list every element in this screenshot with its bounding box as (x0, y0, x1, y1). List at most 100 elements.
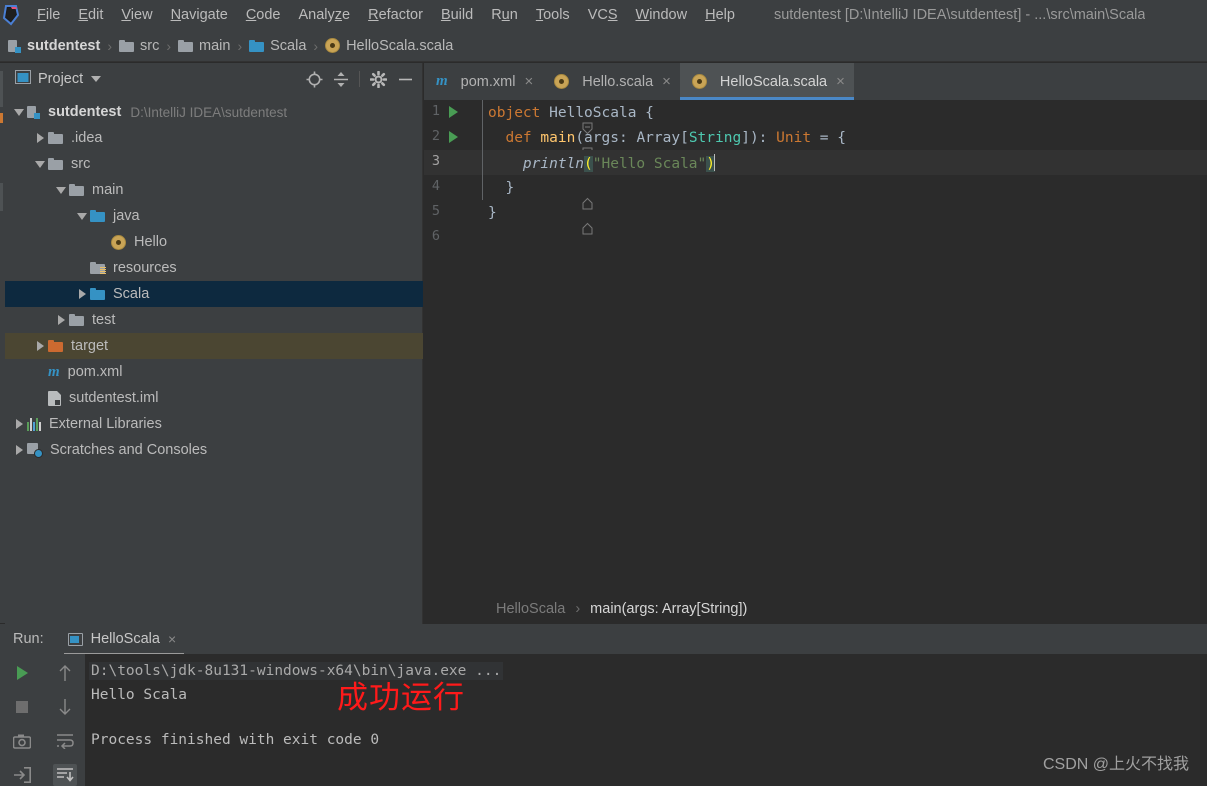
gutter[interactable]: 5 (424, 200, 593, 235)
export-icon[interactable] (10, 765, 34, 786)
chevron-down-icon[interactable] (11, 108, 27, 116)
gutter[interactable]: 1 (424, 100, 593, 135)
breadcrumb-current[interactable]: main(args: Array[String]) (590, 601, 747, 617)
tree-node-pom-xml[interactable]: m pom.xml (5, 359, 423, 385)
chevron-right-icon[interactable] (53, 315, 69, 325)
stop-icon[interactable] (10, 696, 34, 717)
screenshot-icon[interactable] (10, 731, 34, 752)
menu-item-code[interactable]: Code (237, 4, 290, 26)
breadcrumb-item-sutdentest[interactable]: sutdentest (8, 38, 100, 54)
code-line[interactable]: 5 } (424, 200, 1207, 235)
hide-icon[interactable] (397, 71, 414, 88)
breadcrumb-item-src[interactable]: src (119, 38, 159, 54)
window-title: sutdentest [D:\IntelliJ IDEA\sutdentest]… (773, 7, 1146, 23)
menu-item-edit[interactable]: Edit (69, 4, 112, 26)
tree-node-label: test (92, 312, 116, 328)
tree-node-sutdentest-iml[interactable]: sutdentest.iml (5, 385, 423, 411)
gutter[interactable]: 6 (424, 225, 484, 250)
gutter[interactable]: 3 (424, 150, 484, 175)
navigation-bar[interactable]: sutdentest › src › main › Scala › HelloScala.sca… (0, 30, 1207, 62)
gutter[interactable]: 4 (424, 175, 593, 210)
chevron-down-icon[interactable] (53, 186, 69, 194)
tree-node-target[interactable]: target (5, 333, 423, 359)
code-line[interactable]: 2 def main(args: Array[String]): Unit = … (424, 125, 1207, 160)
editor-breadcrumb[interactable]: HelloScala › main(args: Array[String]) (424, 594, 1207, 624)
chevron-right-icon[interactable] (32, 341, 48, 351)
project-tree[interactable]: sutdentest D:\IntelliJ IDEA\sutdentest .id… (5, 99, 423, 624)
chevron-right-icon[interactable] (74, 289, 90, 299)
menu-item-tools[interactable]: Tools (527, 4, 579, 26)
tree-node-hello[interactable]: Hello (5, 229, 423, 255)
soft-wrap-icon[interactable] (53, 730, 77, 752)
tree-node-src[interactable]: src (5, 151, 423, 177)
run-gutter-icon[interactable] (449, 106, 458, 118)
tree-node-external-libraries[interactable]: External Libraries (5, 411, 423, 437)
fold-close-icon[interactable] (476, 206, 593, 235)
breadcrumb-item-scala[interactable]: Scala (249, 38, 306, 54)
fold-open-icon[interactable] (476, 131, 593, 160)
chevron-right-icon[interactable] (11, 445, 27, 455)
breadcrumb-item-helloscala-scala[interactable]: HelloScala.scala (325, 38, 453, 54)
tree-node-test[interactable]: test (5, 307, 423, 333)
menu-item-navigate[interactable]: Navigate (162, 4, 237, 26)
editor-tab-hello-scala[interactable]: Hello.scala × (542, 63, 680, 100)
tree-node-main[interactable]: main (5, 177, 423, 203)
menu-item-window[interactable]: Window (627, 4, 697, 26)
code-line[interactable]: 4 } (424, 175, 1207, 210)
breadcrumb-parent[interactable]: HelloScala (496, 601, 565, 617)
chevron-down-icon[interactable] (91, 76, 102, 82)
scroll-to-end-icon[interactable] (52, 764, 77, 786)
code-editor[interactable]: 1 object HelloScala { 2 def main(args: A… (424, 100, 1207, 594)
fold-open-icon[interactable] (476, 106, 593, 135)
code-text: def main(args: Array[String]): Unit = { (505, 129, 846, 146)
console-exit-message: Process finished with exit code 0 (91, 732, 380, 748)
menu-item-run[interactable]: Run (482, 4, 527, 26)
locate-icon[interactable] (306, 71, 323, 88)
breadcrumb-item-main[interactable]: main (178, 38, 230, 54)
close-icon[interactable]: × (662, 73, 671, 90)
close-icon[interactable]: × (836, 73, 845, 90)
tree-node-resources[interactable]: resources (5, 255, 423, 281)
project-window-icon (15, 69, 31, 89)
editor-tab-bar[interactable]: m pom.xml × Hello.scala × HelloScala.scala × (424, 63, 1207, 100)
close-icon[interactable]: × (168, 631, 176, 647)
menu-item-file[interactable]: File (28, 4, 69, 26)
menu-item-view[interactable]: View (112, 4, 161, 26)
menu-item-vcs[interactable]: VCS (579, 4, 627, 26)
menu-item-help[interactable]: Help (696, 4, 744, 26)
tree-node-scala[interactable]: Scala (5, 281, 423, 307)
project-tool-button[interactable] (0, 71, 3, 107)
code-line-current[interactable]: 3 println("Hello Scala") (424, 150, 1207, 175)
line-number: 1 (431, 103, 440, 119)
menu-item-build[interactable]: Build (432, 4, 482, 26)
settings-gear-icon[interactable] (370, 70, 387, 88)
tree-node-scratches-and-consoles[interactable]: Scratches and Consoles (5, 437, 423, 463)
chevron-right-icon[interactable] (32, 133, 48, 143)
chevron-down-icon[interactable] (32, 160, 48, 168)
run-tab-helloscala[interactable]: HelloScala × (63, 624, 185, 656)
editor-tab-helloscala-scala[interactable]: HelloScala.scala × (679, 63, 854, 100)
tree-node-label: sutdentest (48, 104, 122, 120)
chevron-right-icon[interactable] (11, 419, 27, 429)
menu-item-refactor[interactable]: Refactor (359, 4, 432, 26)
structure-tool-button[interactable] (0, 113, 3, 123)
up-arrow-icon[interactable] (53, 662, 77, 684)
collapse-all-icon[interactable] (333, 71, 349, 88)
code-line[interactable]: 1 object HelloScala { (424, 100, 1207, 135)
tree-node--idea[interactable]: .idea (5, 125, 423, 151)
rerun-icon[interactable] (10, 662, 34, 683)
chevron-down-icon[interactable] (74, 212, 90, 220)
code-line[interactable]: 6 (424, 225, 1207, 250)
tree-node-sutdentest[interactable]: sutdentest D:\IntelliJ IDEA\sutdentest (5, 99, 423, 125)
folder-grey-icon (48, 158, 63, 170)
run-gutter-icon[interactable] (449, 131, 458, 143)
favorites-tool-button[interactable] (0, 183, 3, 211)
down-arrow-icon[interactable] (53, 696, 77, 718)
fold-close-icon[interactable] (476, 181, 593, 210)
console-output[interactable]: D:\tools\jdk-8u131-windows-x64\bin\java.… (85, 654, 1207, 786)
tree-node-java[interactable]: java (5, 203, 423, 229)
gutter[interactable]: 2 (424, 125, 593, 160)
close-icon[interactable]: × (524, 73, 533, 90)
menu-item-analyze[interactable]: Analyze (290, 4, 360, 26)
editor-tab-pom-xml[interactable]: m pom.xml × (424, 63, 542, 100)
